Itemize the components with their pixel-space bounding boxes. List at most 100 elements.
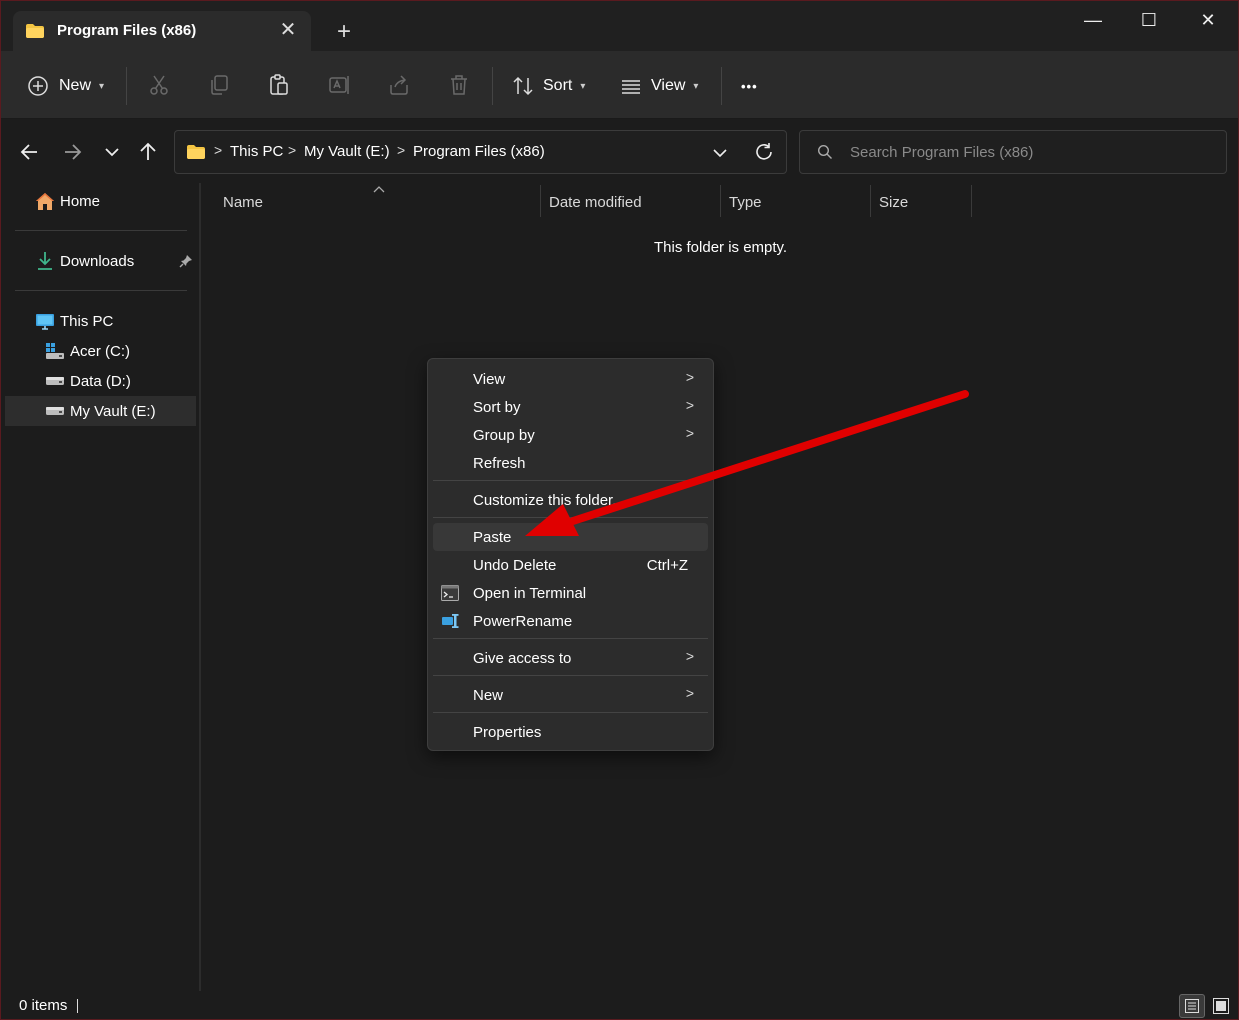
menu-item-new[interactable]: New > (433, 681, 708, 709)
minimize-button[interactable]: — (1073, 7, 1113, 33)
column-header-size[interactable]: Size (879, 194, 908, 211)
menu-separator (433, 638, 708, 639)
column-header-type[interactable]: Type (729, 194, 762, 211)
menu-item-view[interactable]: View > (433, 365, 708, 393)
sidebar-item-drive-d[interactable]: Data (D:) (1, 366, 197, 396)
delete-icon[interactable] (447, 73, 471, 97)
new-tab-button[interactable]: + (331, 19, 357, 45)
sort-ascending-chevron-icon (373, 186, 385, 193)
menu-item-label: Sort by (473, 399, 521, 416)
item-count: 0 items (19, 997, 68, 1014)
copy-icon[interactable] (207, 73, 231, 97)
title-bar: Program Files (x86) ✕ + — ☐ ✕ (1, 1, 1238, 51)
menu-item-open-in-terminal[interactable]: Open in Terminal (433, 579, 708, 607)
column-divider[interactable] (971, 185, 972, 217)
details-view-button[interactable] (1179, 994, 1205, 1018)
powerrename-icon (442, 614, 459, 628)
recent-locations-chevron-icon[interactable] (99, 139, 125, 165)
sidebar-item-drive-c[interactable]: Acer (C:) (1, 336, 197, 366)
back-arrow-icon[interactable] (17, 139, 43, 165)
breadcrumb-program-files[interactable]: Program Files (x86) (413, 143, 545, 160)
home-icon (36, 193, 54, 210)
breadcrumb-separator-icon: > (397, 142, 406, 158)
terminal-icon (441, 585, 459, 601)
empty-folder-message: This folder is empty. (654, 239, 788, 256)
share-icon[interactable] (387, 73, 411, 97)
address-bar[interactable]: > This PC > My Vault (E:) > Program File… (174, 130, 787, 174)
submenu-arrow-icon: > (685, 369, 694, 385)
menu-item-paste[interactable]: Paste (433, 523, 708, 551)
sidebar-item-downloads[interactable]: Downloads (1, 246, 197, 276)
view-button[interactable]: View ▾ (620, 73, 698, 99)
close-window-button[interactable]: ✕ (1188, 7, 1228, 33)
sidebar-item-label: Home (60, 193, 101, 210)
refresh-icon[interactable] (753, 141, 775, 163)
chevron-down-icon: ▾ (99, 80, 105, 92)
sort-button-label: Sort (543, 77, 573, 94)
context-menu: View > Sort by > Group by > Refresh Cust… (427, 358, 714, 751)
column-header-date-modified[interactable]: Date modified (549, 194, 642, 211)
windows-drive-icon (46, 343, 64, 359)
maximize-button[interactable]: ☐ (1129, 7, 1169, 33)
menu-item-give-access-to[interactable]: Give access to > (433, 644, 708, 672)
breadcrumb-my-vault[interactable]: My Vault (E:) (304, 143, 390, 160)
drive-icon (46, 377, 64, 385)
menu-item-undo-delete[interactable]: Undo Delete Ctrl+Z (433, 551, 708, 579)
up-arrow-icon[interactable] (135, 139, 161, 165)
large-icons-view-icon (1213, 998, 1229, 1014)
file-list[interactable]: Name Date modified Type Size This folder… (203, 183, 1238, 991)
sidebar-item-this-pc[interactable]: This PC (1, 306, 197, 336)
sort-button[interactable]: Sort ▾ (512, 73, 585, 99)
sort-icon (513, 76, 533, 96)
more-icon[interactable]: ••• (741, 73, 758, 99)
view-icon (622, 80, 640, 94)
menu-item-group-by[interactable]: Group by > (433, 421, 708, 449)
menu-item-powerrename[interactable]: PowerRename (433, 607, 708, 635)
cut-icon[interactable] (147, 73, 171, 97)
chevron-down-icon: ▾ (693, 80, 699, 92)
forward-arrow-icon[interactable] (59, 139, 85, 165)
pin-icon[interactable] (179, 254, 193, 268)
address-history-chevron-icon[interactable] (711, 144, 729, 162)
column-divider[interactable] (870, 185, 871, 217)
menu-item-properties[interactable]: Properties (433, 718, 708, 746)
search-icon (817, 144, 832, 159)
breadcrumb-this-pc[interactable]: This PC (230, 143, 283, 160)
menu-item-label: New (473, 687, 504, 704)
search-box[interactable]: Search Program Files (x86) (799, 130, 1227, 174)
column-header-name[interactable]: Name (223, 194, 263, 211)
plus-circle-icon (28, 76, 48, 96)
menu-item-label: Give access to (473, 650, 572, 667)
large-icons-view-button[interactable] (1209, 994, 1233, 1018)
close-tab-icon[interactable]: ✕ (277, 19, 299, 41)
new-button[interactable]: New ▾ (27, 73, 104, 99)
rename-icon[interactable] (327, 73, 351, 97)
menu-item-shortcut: Ctrl+Z (646, 557, 688, 574)
column-divider[interactable] (540, 185, 541, 217)
breadcrumb-separator-icon: > (288, 142, 297, 158)
menu-item-refresh[interactable]: Refresh (433, 449, 708, 477)
navigation-pane: Home Downloads This PC Acer (C:) Data (D… (1, 183, 201, 991)
tab-program-files[interactable]: Program Files (x86) ✕ (13, 11, 311, 51)
menu-item-label: Customize this folder... (473, 492, 625, 509)
sidebar-item-drive-e[interactable]: My Vault (E:) (5, 396, 196, 426)
submenu-arrow-icon: > (685, 648, 694, 664)
toolbar-divider (492, 67, 493, 105)
menu-item-label: Group by (473, 427, 535, 444)
status-divider (77, 999, 78, 1013)
menu-item-sort-by[interactable]: Sort by > (433, 393, 708, 421)
new-button-label: New (59, 77, 92, 94)
sidebar-item-home[interactable]: Home (1, 186, 197, 216)
menu-item-label: Refresh (473, 455, 526, 472)
column-divider[interactable] (720, 185, 721, 217)
download-icon (38, 252, 52, 270)
sidebar-item-label: This PC (60, 313, 114, 330)
menu-item-label: View (473, 371, 506, 388)
search-placeholder: Search Program Files (x86) (850, 144, 1034, 161)
status-bar: 0 items (1, 991, 1238, 1019)
toolbar-divider (721, 67, 722, 105)
paste-icon[interactable] (267, 73, 291, 97)
folder-icon (26, 24, 44, 38)
menu-item-customize-folder[interactable]: Customize this folder... (433, 486, 708, 514)
menu-separator (433, 517, 708, 518)
